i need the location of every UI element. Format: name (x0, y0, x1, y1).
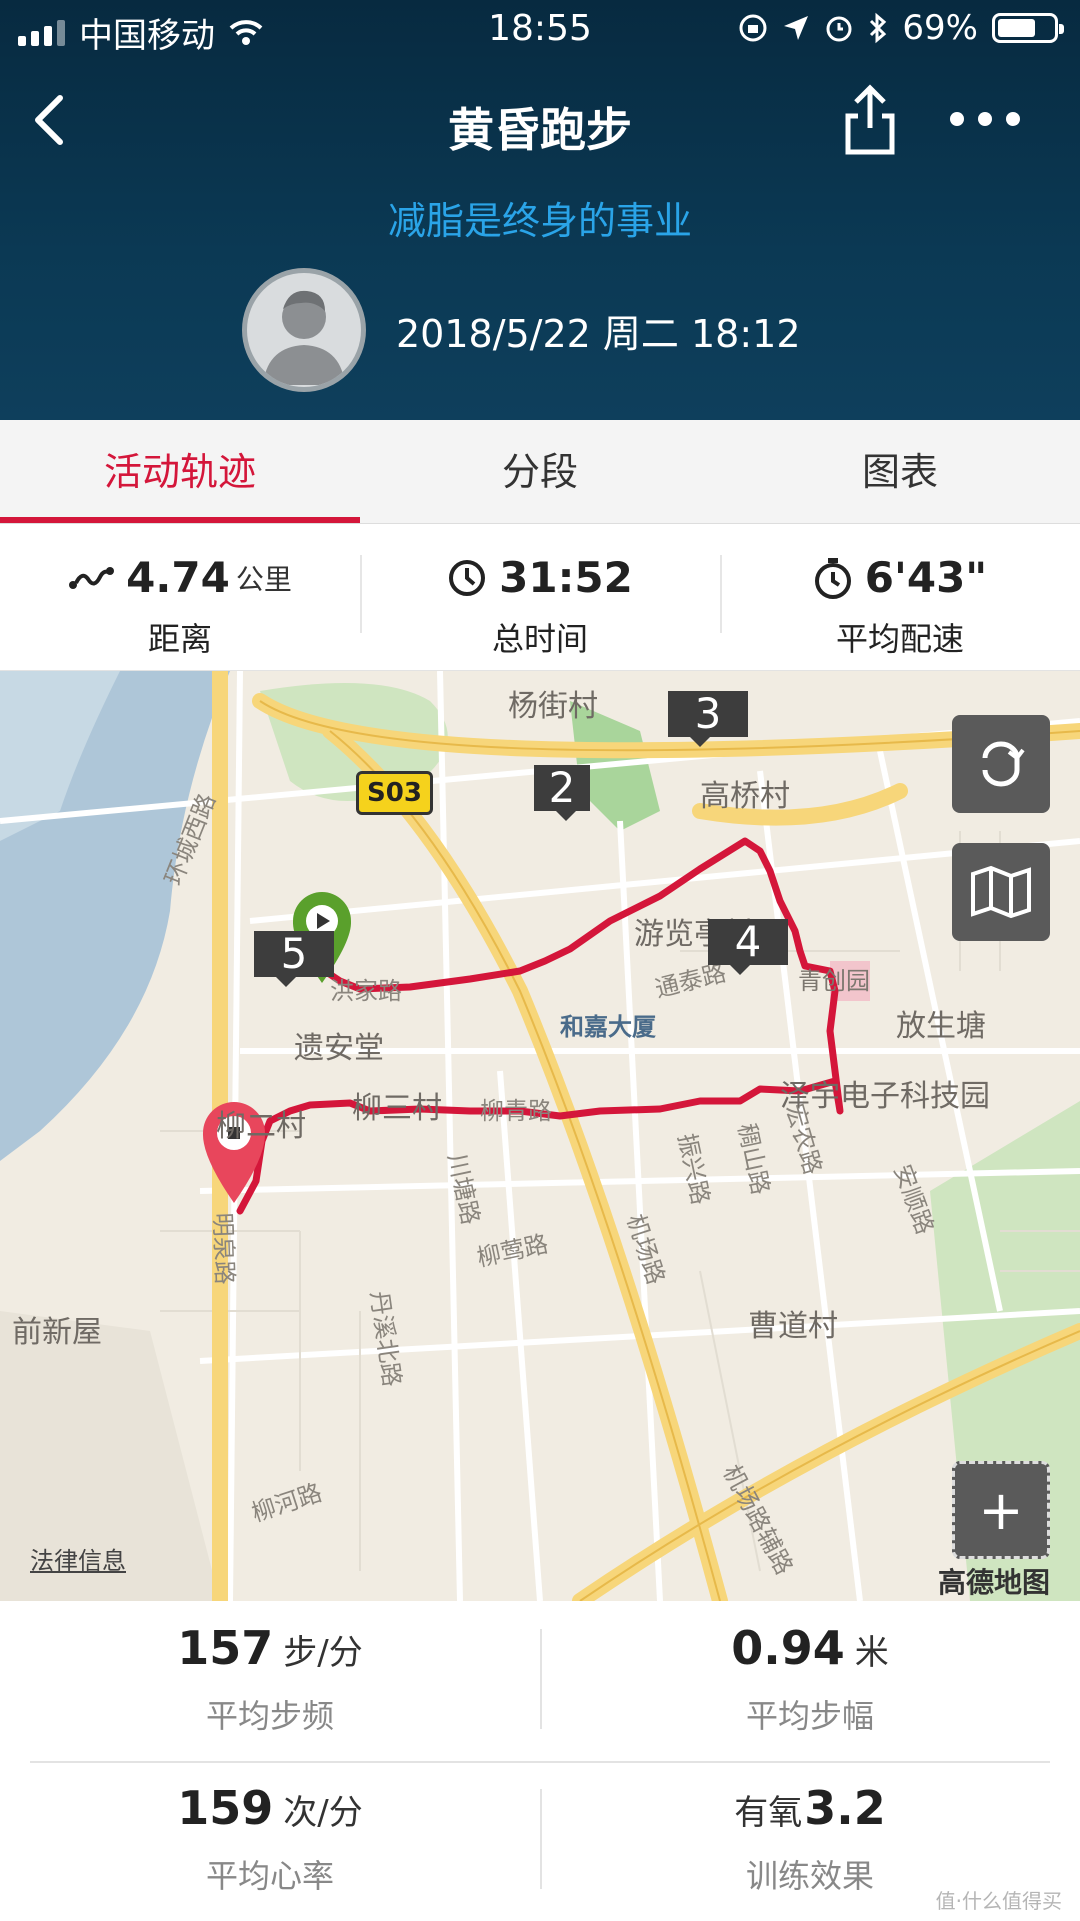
heart-rate-unit: 次/分 (283, 1793, 363, 1833)
stride-value: 0.94 (731, 1621, 845, 1675)
status-bar: 中国移动 18:55 69% (0, 0, 1080, 58)
watermark: 值·什么值得买 (935, 1889, 1062, 1913)
road-mingquan: 明泉路 (208, 1212, 239, 1286)
distance-label: 距离 (147, 620, 212, 658)
rotation-lock-icon (739, 14, 767, 42)
heart-rate-value: 159 (177, 1781, 274, 1835)
stride-label: 平均步幅 (745, 1697, 874, 1735)
map-label-hejia: 和嘉大厦 (560, 1013, 656, 1041)
tab-splits[interactable]: 分段 (360, 420, 720, 523)
training-effect-prefix: 有氧 (734, 1793, 803, 1833)
metrics-row-2: 159 次/分 平均心率 有氧 3.2 训练效果 (0, 1761, 1080, 1921)
duration-label: 总时间 (491, 620, 588, 658)
stat-pace: 6'43" 平均配速 (720, 525, 1080, 670)
motto-text: 减脂是终身的事业 (387, 199, 692, 243)
metrics-row-1: 157 步/分 平均步频 0.94 米 平均步幅 (0, 1601, 1080, 1761)
training-effect-value: 3.2 (804, 1781, 886, 1835)
route-icon (69, 566, 115, 589)
legal-info-link[interactable]: 法律信息 (30, 1541, 126, 1576)
avatar[interactable] (242, 268, 366, 392)
metric-stride: 0.94 米 平均步幅 (540, 1601, 1080, 1761)
stat-distance: 4.74 公里 距离 (0, 525, 360, 670)
alarm-icon (826, 16, 852, 42)
map-label-yian: 遗安堂 (294, 1031, 384, 1066)
split-marker-4: 4 (708, 919, 788, 975)
tab-bar: 活动轨迹 分段 图表 (0, 420, 1080, 524)
activity-detail-screen: 中国移动 18:55 69% 黄昏跑步 减脂是终身的事业 2018/5/22 周… (0, 0, 1080, 1921)
map-label-liusan: 柳三村 (352, 1091, 442, 1126)
metric-cadence: 157 步/分 平均步频 (0, 1601, 540, 1761)
bluetooth-icon (870, 12, 887, 44)
map-label-qingchuang: 青创园 (798, 967, 870, 995)
user-silhouette-icon (263, 290, 345, 385)
highway-badge: S03 (356, 771, 433, 815)
road-liuqing: 柳青路 (480, 1097, 552, 1125)
map-label-yangjie: 杨街村 (508, 689, 598, 724)
status-right: 69% (738, 8, 1064, 48)
map-icon (971, 865, 1031, 919)
activity-datetime: 2018/5/22 周二 18:12 (396, 311, 801, 356)
metric-heart-rate: 159 次/分 平均心率 (0, 1761, 540, 1921)
map-label-caodao: 曹道村 (748, 1309, 838, 1344)
route-map[interactable]: 杨街村 高桥村 游览亭村 放生塘 遗安堂 柳三村 柳二村 和嘉大厦 青创园 泽宇… (0, 671, 1080, 1601)
clock-icon (449, 559, 486, 596)
stat-duration: 31:52 总时间 (360, 525, 720, 670)
profile-row: 2018/5/22 周二 18:12 (242, 268, 801, 392)
pace-value: 6'43" (864, 553, 988, 602)
zoom-in-button[interactable]: + (952, 1461, 1050, 1559)
heart-rate-label: 平均心率 (205, 1857, 334, 1895)
more-icon[interactable] (950, 104, 1030, 134)
distance-unit: 公里 (235, 562, 292, 596)
split-marker-5: 5 (254, 931, 334, 987)
distance-value: 4.74 (126, 553, 230, 602)
location-icon (784, 16, 809, 40)
map-label-gaoqiao: 高桥村 (700, 779, 790, 814)
duration-value: 31:52 (499, 553, 633, 602)
map-label-qianxin: 前新屋 (12, 1315, 102, 1350)
cadence-unit: 步/分 (283, 1633, 363, 1673)
map-layer-button[interactable] (952, 843, 1050, 941)
stopwatch-icon (814, 557, 851, 599)
pace-label: 平均配速 (835, 620, 964, 658)
map-label-fangsheng: 放生塘 (896, 1009, 986, 1044)
nav-bar: 黄昏跑步 (0, 70, 1080, 170)
metrics-panel: 157 步/分 平均步频 0.94 米 平均步幅 159 次/分 平均心率 有氧… (0, 1601, 1080, 1921)
page-title: 黄昏跑步 (448, 103, 632, 157)
replay-icon (982, 741, 1025, 787)
road-hongjia: 洪家路 (330, 977, 402, 1005)
battery-icon (992, 13, 1064, 43)
battery-percent: 69% (902, 8, 978, 48)
split-marker-2: 2 (534, 765, 590, 821)
map-label-liuer: 柳二村 (216, 1109, 306, 1144)
header: 中国移动 18:55 69% 黄昏跑步 减脂是终身的事业 2018/5/22 周… (0, 0, 1080, 420)
share-icon[interactable] (840, 80, 900, 160)
stride-unit: 米 (854, 1633, 889, 1673)
map-provider-logo: 高德地图 (938, 1566, 1051, 1599)
split-marker-3: 3 (668, 691, 748, 747)
tab-charts[interactable]: 图表 (720, 420, 1080, 523)
replay-button[interactable] (952, 715, 1050, 813)
cadence-label: 平均步频 (205, 1697, 334, 1735)
summary-stats: 4.74 公里 距离 31:52 总时间 6'43" 平均配速 (0, 525, 1080, 671)
cadence-value: 157 (177, 1621, 274, 1675)
tab-track[interactable]: 活动轨迹 (0, 420, 360, 523)
